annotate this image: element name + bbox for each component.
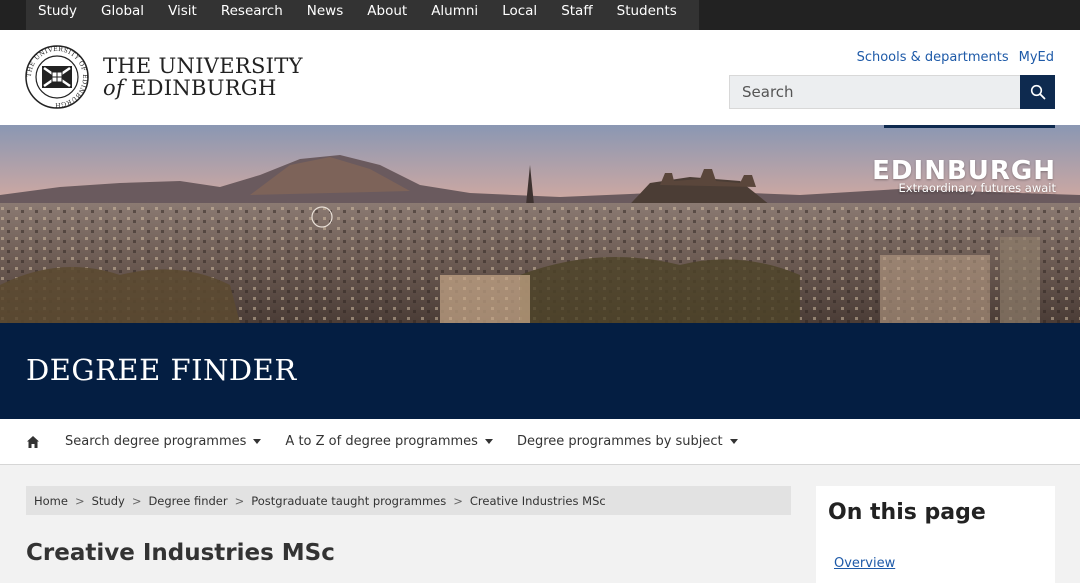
programmes-by-subject-menu[interactable]: Degree programmes by subject	[517, 434, 738, 449]
on-this-page-panel: On this page Overview	[816, 486, 1055, 583]
university-crest-logo[interactable]: THE UNIVERSITY OF EDINBURGH	[24, 44, 90, 110]
search-degree-programmes-label: Search degree programmes	[65, 434, 247, 449]
search-input[interactable]: Search	[729, 75, 1020, 109]
programmes-by-subject-label: Degree programmes by subject	[516, 434, 723, 449]
topnav-alumni[interactable]: Alumni	[419, 0, 490, 30]
degree-finder-nav: Search degree programmes A to Z of degre…	[0, 419, 1080, 465]
breadcrumb-postgraduate-taught[interactable]: Postgraduate taught programmes	[251, 494, 446, 508]
on-this-page-heading: On this page	[828, 500, 986, 525]
university-name-of: of	[103, 76, 125, 100]
top-navigation-items: Study Global Visit Research News About A…	[26, 0, 699, 30]
edinburgh-skyline-image	[0, 125, 1080, 323]
banner-accent-bar	[884, 125, 1055, 128]
topnav-news[interactable]: News	[295, 0, 355, 30]
topnav-global[interactable]: Global	[89, 0, 156, 30]
topnav-study[interactable]: Study	[26, 0, 89, 30]
chevron-down-icon	[729, 439, 738, 444]
top-navigation: Study Global Visit Research News About A…	[0, 0, 1080, 30]
topnav-research[interactable]: Research	[209, 0, 295, 30]
schools-departments-link[interactable]: Schools & departments	[857, 50, 1009, 65]
a-to-z-label: A to Z of degree programmes	[285, 434, 478, 449]
edinburgh-brand-mark: EDINBURGH Extraordinary futures await	[872, 158, 1056, 194]
degree-finder-title: DEGREE FINDER	[26, 353, 297, 387]
myed-link[interactable]: MyEd	[1019, 50, 1054, 65]
breadcrumb-current: Creative Industries MSc	[469, 493, 606, 508]
page-title: Creative Industries MSc	[26, 540, 335, 566]
breadcrumb: Home > Study > Degree finder > Postgradu…	[26, 486, 791, 515]
university-name-line1: THE UNIVERSITY	[103, 54, 303, 78]
topnav-staff[interactable]: Staff	[549, 0, 604, 30]
overview-link[interactable]: Overview	[834, 556, 895, 571]
site-header: THE UNIVERSITY OF EDINBURGH THE UNIVERSI…	[0, 30, 1080, 125]
university-name-line2: EDINBURGH	[131, 76, 277, 100]
search-button[interactable]	[1020, 75, 1055, 109]
a-to-z-menu[interactable]: A to Z of degree programmes	[285, 434, 493, 449]
search-form: Search	[729, 75, 1055, 109]
degree-finder-band: DEGREE FINDER	[0, 323, 1080, 419]
chevron-down-icon	[253, 439, 262, 444]
edinburgh-skyline-banner: EDINBURGH Extraordinary futures await	[0, 125, 1080, 323]
breadcrumb-separator: >	[131, 493, 142, 508]
breadcrumb-separator: >	[453, 493, 463, 508]
search-degree-programmes-menu[interactable]: Search degree programmes	[65, 434, 262, 449]
search-icon	[1030, 84, 1045, 100]
breadcrumb-separator: >	[74, 493, 85, 508]
university-name[interactable]: THE UNIVERSITY of EDINBURGH	[103, 55, 303, 99]
home-icon[interactable]	[26, 435, 40, 449]
chevron-down-icon	[484, 439, 493, 444]
header-links: Schools & departments MyEd	[857, 50, 1054, 65]
topnav-visit[interactable]: Visit	[156, 0, 209, 30]
topnav-about[interactable]: About	[355, 0, 419, 30]
breadcrumb-separator: >	[234, 493, 245, 508]
breadcrumb-study[interactable]: Study	[92, 494, 125, 508]
breadcrumb-degree-finder[interactable]: Degree finder	[148, 494, 227, 508]
brand-tagline: Extraordinary futures await	[898, 181, 1056, 195]
topnav-students[interactable]: Students	[605, 0, 689, 30]
breadcrumb-home[interactable]: Home	[34, 494, 68, 508]
topnav-local[interactable]: Local	[490, 0, 549, 30]
